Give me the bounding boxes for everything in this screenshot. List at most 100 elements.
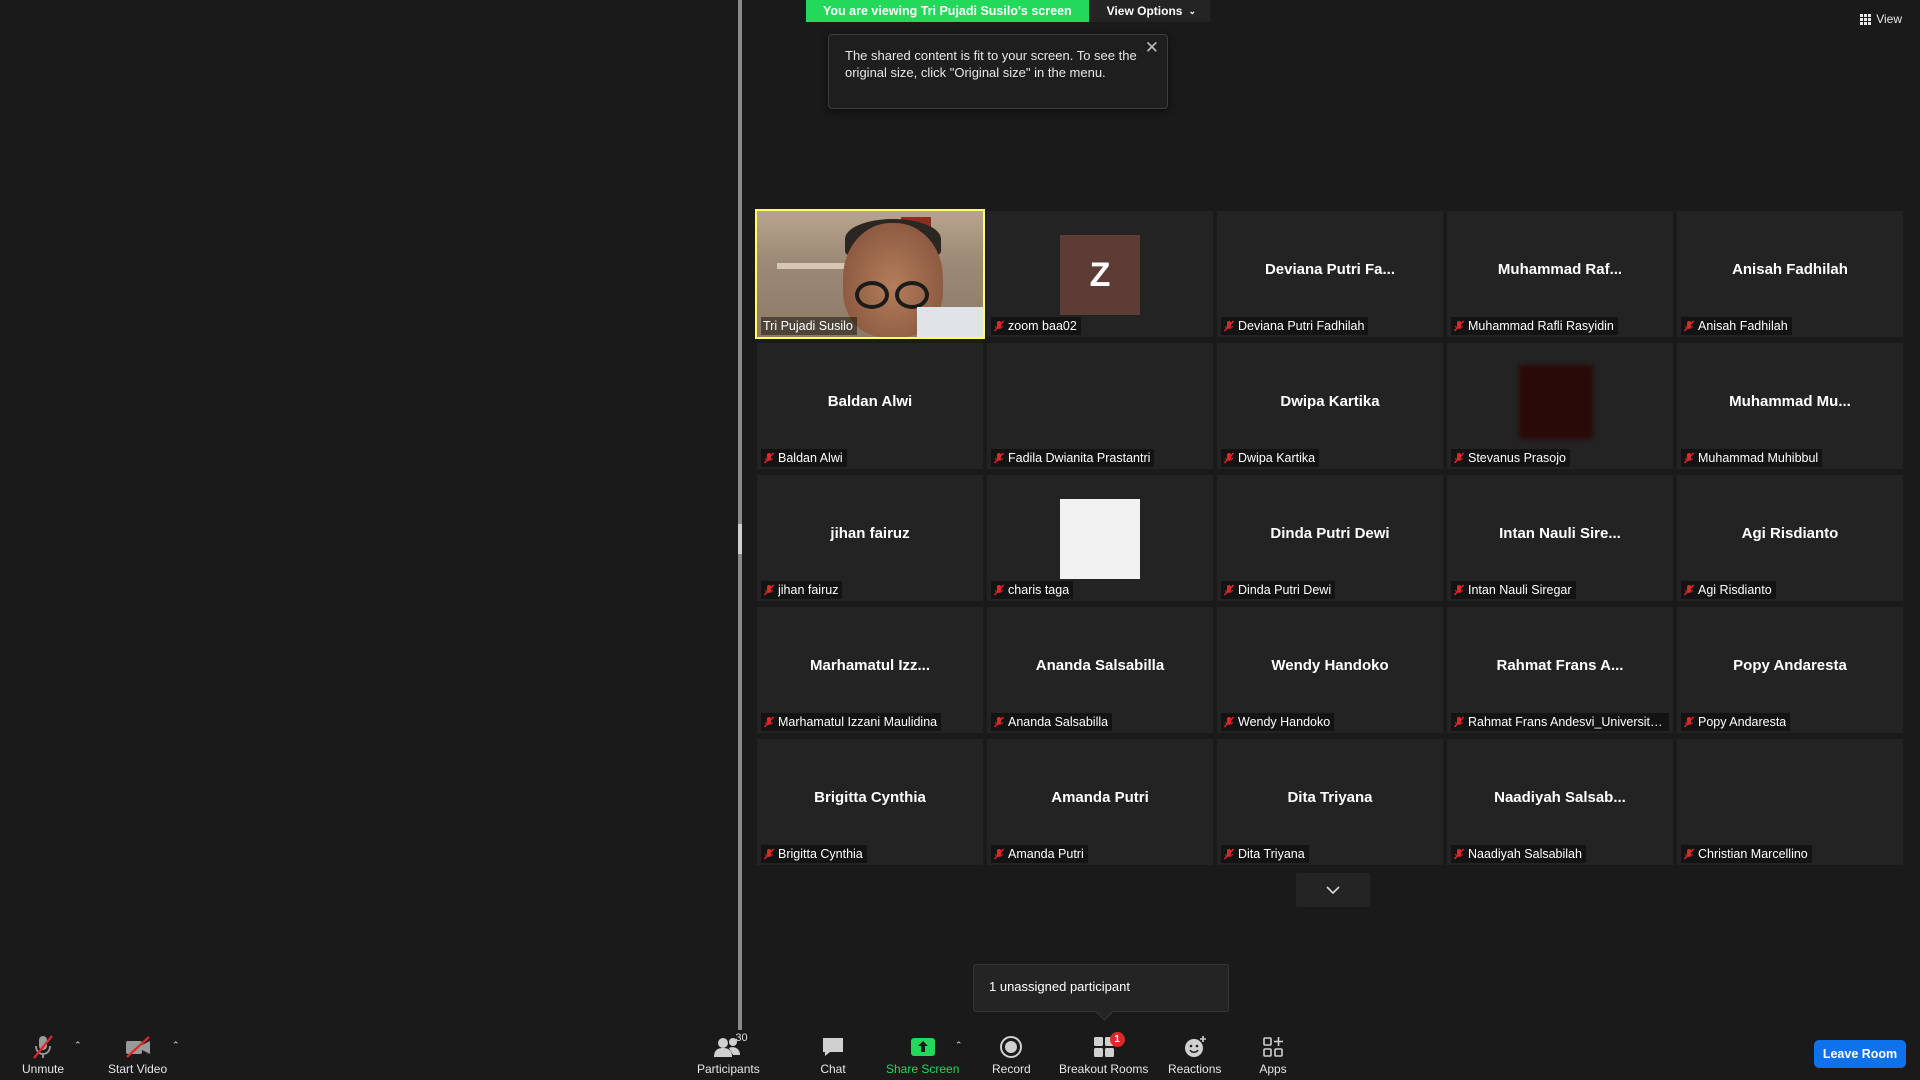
chat-icon [818, 1034, 848, 1060]
microphone-muted-icon [1223, 848, 1235, 860]
unmute-label: Unmute [22, 1062, 65, 1076]
reactions-label: Reactions [1168, 1062, 1222, 1076]
view-options-button[interactable]: View Options ⌄ [1088, 0, 1211, 22]
participant-name-label: Dinda Putri Dewi [1221, 581, 1336, 599]
gallery-next-page-button[interactable] [1296, 873, 1370, 907]
record-label: Record [992, 1062, 1031, 1076]
participant-display-name: Intan Nauli Sire... [1499, 525, 1621, 542]
participant-name: Brigitta Cynthia [778, 847, 863, 861]
view-options-label: View Options [1106, 4, 1183, 18]
breakout-rooms-label: Breakout Rooms [1059, 1062, 1149, 1076]
participant-display-name: Baldan Alwi [827, 393, 913, 410]
participant-display-name: Dwipa Kartika [1280, 393, 1380, 410]
share-screen-label: Share Screen [886, 1062, 960, 1076]
share-options-caret[interactable]: ⌃ [955, 1040, 963, 1051]
participant-tile[interactable]: Intan Nauli Sire... Intan Nauli Siregar [1447, 475, 1673, 601]
participant-name-label: zoom baa02 [991, 317, 1081, 335]
participant-tile[interactable]: Anisah Fadhilah Anisah Fadhilah [1677, 211, 1903, 337]
participant-name: Ananda Salsabilla [1008, 715, 1109, 729]
microphone-muted-icon [28, 1034, 58, 1060]
microphone-muted-icon [1453, 584, 1465, 596]
participant-display-name: Brigitta Cynthia [814, 789, 926, 806]
participant-name: Marhamatul Izzani Maulidina [778, 715, 938, 729]
participant-tile[interactable]: charis taga [987, 475, 1213, 601]
view-layout-button[interactable]: View [1860, 12, 1902, 26]
participant-display-name: Popy Andaresta [1733, 657, 1847, 674]
participant-name: Dinda Putri Dewi [1238, 583, 1332, 597]
microphone-muted-icon [1453, 848, 1465, 860]
participant-display-name: Wendy Handoko [1271, 657, 1389, 674]
record-button[interactable]: Record [992, 1034, 1031, 1078]
participant-name-label: Wendy Handoko [1221, 713, 1335, 731]
breakout-rooms-button[interactable]: 1 Breakout Rooms [1059, 1032, 1149, 1078]
participant-tile[interactable]: Zzoom baa02 [987, 211, 1213, 337]
participant-name-label: Marhamatul Izzani Maulidina [761, 713, 942, 731]
microphone-muted-icon [1223, 716, 1235, 728]
participant-tile[interactable]: Stevanus Prasojo [1447, 343, 1673, 469]
microphone-muted-icon [1683, 716, 1695, 728]
participant-tile[interactable]: Rahmat Frans A... Rahmat Frans Andesvi_Un… [1447, 607, 1673, 733]
participant-tile[interactable]: Tri Pujadi Susilo [755, 209, 985, 339]
participant-tile[interactable]: Muhammad Raf... Muhammad Rafli Rasyidin [1447, 211, 1673, 337]
participant-tile[interactable]: Dwipa Kartika Dwipa Kartika [1217, 343, 1443, 469]
participant-name-label: Anisah Fadhilah [1681, 317, 1792, 335]
panel-divider[interactable] [738, 0, 742, 1030]
participant-tile[interactable]: Fadila Dwianita Prastantri [987, 343, 1213, 469]
participant-name: charis taga [1008, 583, 1070, 597]
participant-tile[interactable]: Naadiyah Salsab... Naadiyah Salsabilah [1447, 739, 1673, 865]
participant-tile[interactable]: Wendy Handoko Wendy Handoko [1217, 607, 1443, 733]
audio-options-caret[interactable]: ⌃ [74, 1040, 82, 1051]
microphone-muted-icon [763, 584, 775, 596]
participant-tile[interactable]: Popy Andaresta Popy Andaresta [1677, 607, 1903, 733]
participant-display-name: Naadiyah Salsab... [1494, 789, 1626, 806]
participant-tile[interactable]: Ananda Salsabilla Ananda Salsabilla [987, 607, 1213, 733]
participant-tile[interactable]: Marhamatul Izz... Marhamatul Izzani Mauli… [757, 607, 983, 733]
unmute-button[interactable]: Unmute [22, 1034, 64, 1078]
participant-tile[interactable]: Deviana Putri Fa... Deviana Putri Fadhila… [1217, 211, 1443, 337]
start-video-button[interactable]: Start Video [108, 1034, 167, 1078]
participant-tile[interactable]: Baldan Alwi Baldan Alwi [757, 343, 983, 469]
microphone-muted-icon [1453, 716, 1465, 728]
participant-name-label: Agi Risdianto [1681, 581, 1776, 599]
participant-name: Popy Andaresta [1698, 715, 1787, 729]
participant-display-name: Deviana Putri Fa... [1264, 261, 1396, 278]
participant-tile[interactable]: Muhammad Mu... Muhammad Muhibbul [1677, 343, 1903, 469]
participant-name: Wendy Handoko [1238, 715, 1331, 729]
participant-name-label: Rahmat Frans Andesvi_Universita... [1451, 713, 1669, 731]
participant-name-label: Intan Nauli Siregar [1451, 581, 1576, 599]
apps-icon [1258, 1034, 1288, 1060]
reactions-button[interactable]: Reactions [1168, 1034, 1221, 1078]
microphone-muted-icon [1223, 584, 1235, 596]
leave-room-button[interactable]: Leave Room [1814, 1040, 1906, 1068]
participant-avatar [1060, 499, 1140, 579]
participant-display-name: Anisah Fadhilah [1732, 261, 1848, 278]
participants-icon: 30 [713, 1032, 748, 1060]
record-icon [996, 1034, 1026, 1060]
share-screen-button[interactable]: Share Screen [886, 1034, 959, 1078]
participant-name-label: Fadila Dwianita Prastantri [991, 449, 1155, 467]
participant-tile[interactable]: jihan fairuz jihan fairuz [757, 475, 983, 601]
close-icon[interactable]: ✕ [1145, 39, 1159, 56]
participant-tile[interactable]: Amanda Putri Amanda Putri [987, 739, 1213, 865]
participant-tile[interactable]: Dita Triyana Dita Triyana [1217, 739, 1443, 865]
participant-name: Deviana Putri Fadhilah [1238, 319, 1365, 333]
microphone-muted-icon [763, 848, 775, 860]
microphone-muted-icon [993, 452, 1005, 464]
participants-button[interactable]: 30 Participants [697, 1032, 760, 1078]
participant-display-name: Dinda Putri Dewi [1270, 525, 1390, 542]
participant-name: Anisah Fadhilah [1698, 319, 1788, 333]
meeting-toolbar: Unmute ⌃ Start Video ⌃ 30 Participants C… [0, 1030, 1920, 1080]
participant-tile[interactable]: Agi Risdianto Agi Risdianto [1677, 475, 1903, 601]
participant-name-label: Muhammad Rafli Rasyidin [1451, 317, 1618, 335]
chevron-down-icon: ⌄ [1188, 5, 1197, 16]
microphone-muted-icon [1453, 320, 1465, 332]
video-options-caret[interactable]: ⌃ [172, 1040, 180, 1051]
participant-display-name: jihan fairuz [830, 525, 910, 542]
chat-button[interactable]: Chat [818, 1034, 848, 1078]
participant-tile[interactable]: Brigitta Cynthia Brigitta Cynthia [757, 739, 983, 865]
participant-tile[interactable]: Dinda Putri Dewi Dinda Putri Dewi [1217, 475, 1443, 601]
apps-button[interactable]: Apps [1258, 1034, 1288, 1078]
participant-avatar: Z [1060, 235, 1140, 315]
participant-tile[interactable]: Christian Marcellino [1677, 739, 1903, 865]
panel-divider-handle[interactable] [738, 524, 742, 554]
